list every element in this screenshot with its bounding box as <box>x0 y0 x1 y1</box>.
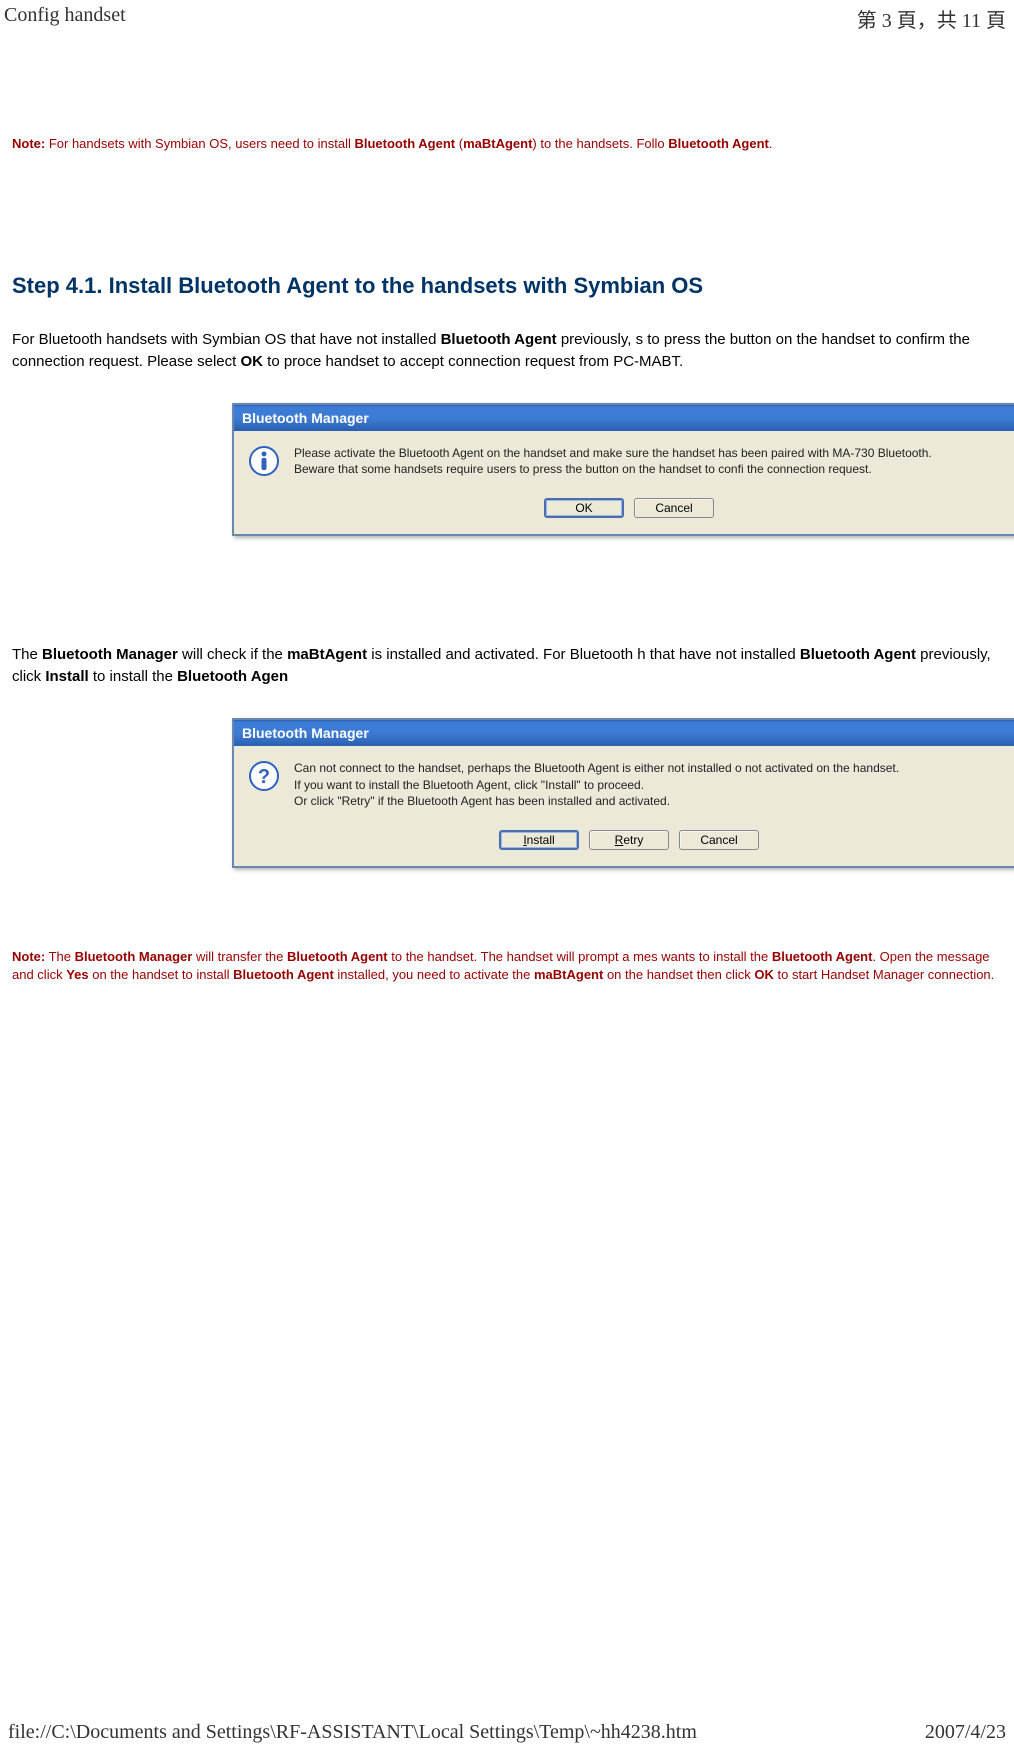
dialog-text: Can not connect to the handset, perhaps … <box>294 760 1010 810</box>
dialog-text: Please activate the Bluetooth Agent on t… <box>294 445 1010 479</box>
dialog-buttons: OK Cancel <box>234 492 1014 534</box>
note-prefix: Note: <box>12 136 45 151</box>
ok-button[interactable]: OK <box>544 498 624 518</box>
dialog-bluetooth-manager-2: Bluetooth Manager ? Can not connect to t… <box>232 718 1014 868</box>
install-button[interactable]: Install <box>499 830 579 850</box>
paragraph-1: For Bluetooth handsets with Symbian OS t… <box>12 329 1002 373</box>
footer-date: 2007/4/23 <box>925 1721 1006 1744</box>
spacer <box>12 888 1002 948</box>
footer-path: file://C:\Documents and Settings\RF-ASSI… <box>8 1721 697 1744</box>
page-header: Config handset 第 3 頁，共 11 頁 <box>0 0 1014 37</box>
paragraph-2: The Bluetooth Manager will check if the … <box>12 644 1002 688</box>
note-2: Note: The Bluetooth Manager will transfe… <box>12 948 1002 984</box>
note-1: Note: For handsets with Symbian OS, user… <box>12 135 1002 153</box>
cancel-button[interactable]: Cancel <box>634 498 714 518</box>
step-title: Step 4.1. Install Bluetooth Agent to the… <box>12 273 1002 299</box>
question-icon: ? <box>248 760 280 792</box>
dialog-bluetooth-manager-1: Bluetooth Manager Please activate the Bl… <box>232 403 1014 537</box>
retry-button[interactable]: Retry <box>589 830 669 850</box>
spacer <box>12 556 1002 616</box>
dialog-buttons: Install Retry Cancel <box>234 824 1014 866</box>
info-icon <box>248 445 280 477</box>
page-footer: file://C:\Documents and Settings\RF-ASSI… <box>0 1717 1014 1748</box>
dialog-titlebar: Bluetooth Manager <box>234 720 1014 746</box>
header-right: 第 3 頁，共 11 頁 <box>857 4 1006 33</box>
cancel-button[interactable]: Cancel <box>679 830 759 850</box>
dialog-body: Please activate the Bluetooth Agent on t… <box>234 431 1014 493</box>
dialog-titlebar: Bluetooth Manager <box>234 405 1014 431</box>
svg-text:?: ? <box>258 766 270 788</box>
dialog-title: Bluetooth Manager <box>242 725 369 741</box>
note-prefix: Note: <box>12 949 45 964</box>
dialog-body: ? Can not connect to the handset, perhap… <box>234 746 1014 824</box>
header-left: Config handset <box>4 4 126 33</box>
dialog-title: Bluetooth Manager <box>242 410 369 426</box>
page-content: Note: For handsets with Symbian OS, user… <box>0 37 1014 1031</box>
spacer <box>12 45 1002 135</box>
